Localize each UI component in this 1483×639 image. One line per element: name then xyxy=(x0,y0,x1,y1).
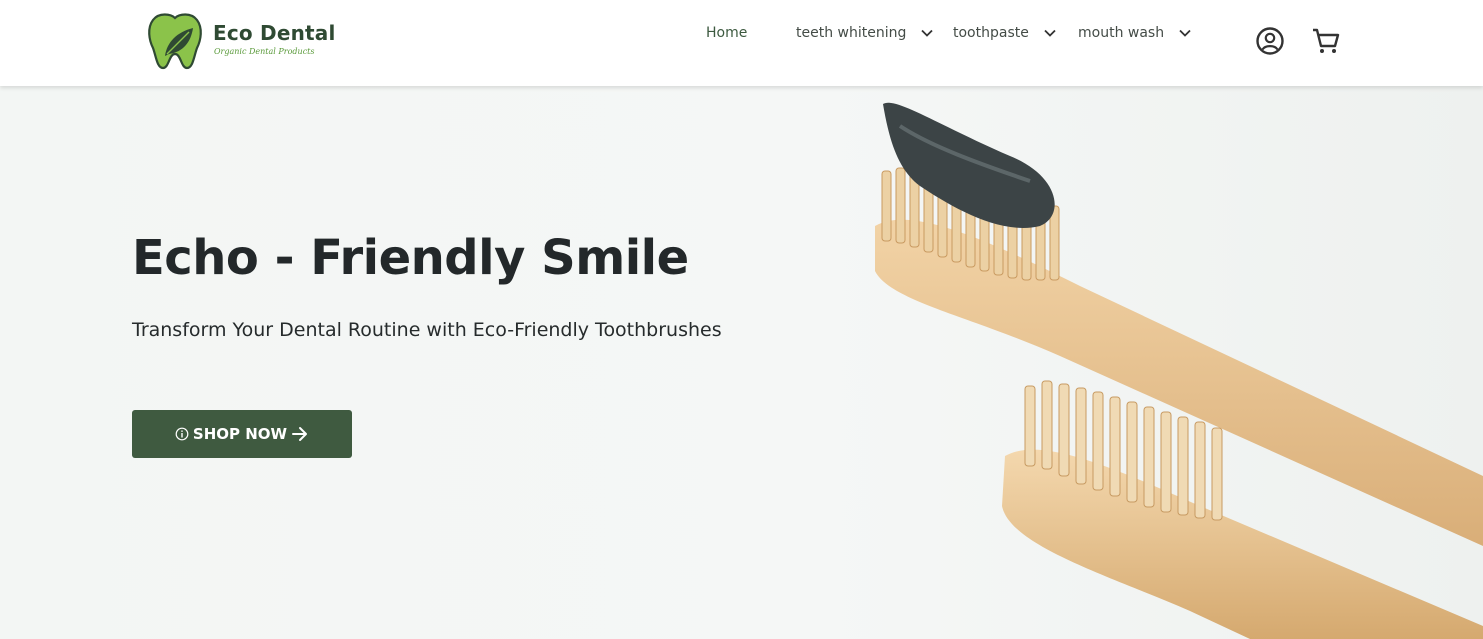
chevron-down-icon xyxy=(921,29,934,37)
account-icon[interactable] xyxy=(1254,25,1286,57)
shop-now-button[interactable]: SHOP NOW xyxy=(132,410,352,458)
chevron-down-icon xyxy=(1179,29,1191,37)
tooth-leaf-logo-icon xyxy=(148,13,202,70)
hero-title: Echo - Friendly Smile xyxy=(132,230,689,286)
nav-item-teeth-whitening[interactable]: teeth whitening xyxy=(796,22,934,44)
chevron-down-icon xyxy=(1044,29,1056,37)
nav-item-label: Home xyxy=(706,25,748,41)
hero-subtitle: Transform Your Dental Routine with Eco-F… xyxy=(132,319,722,341)
nav-item-label: toothpaste xyxy=(953,25,1029,41)
brand-logo[interactable]: Eco Dental Organic Dental Products xyxy=(145,12,345,72)
nav-item-toothpaste[interactable]: toothpaste xyxy=(953,22,1057,44)
shop-now-label: SHOP NOW xyxy=(192,425,288,443)
nav-item-home[interactable]: Home xyxy=(706,22,747,44)
nav-item-mouth-wash[interactable]: mouth wash xyxy=(1078,22,1192,44)
brand-tagline: Organic Dental Products xyxy=(214,47,315,56)
nav-item-label: mouth wash xyxy=(1078,25,1165,41)
arrow-right-icon xyxy=(292,427,308,441)
site-header: Eco Dental Organic Dental Products Home … xyxy=(0,0,1483,86)
info-icon xyxy=(175,427,189,441)
toothbrush-hero-image xyxy=(875,102,1483,639)
cart-icon[interactable] xyxy=(1310,25,1342,57)
nav-item-label: teeth whitening xyxy=(796,25,907,41)
brand-name: Eco Dental xyxy=(213,21,336,45)
hero-section: Echo - Friendly Smile Transform Your Den… xyxy=(0,86,1483,639)
